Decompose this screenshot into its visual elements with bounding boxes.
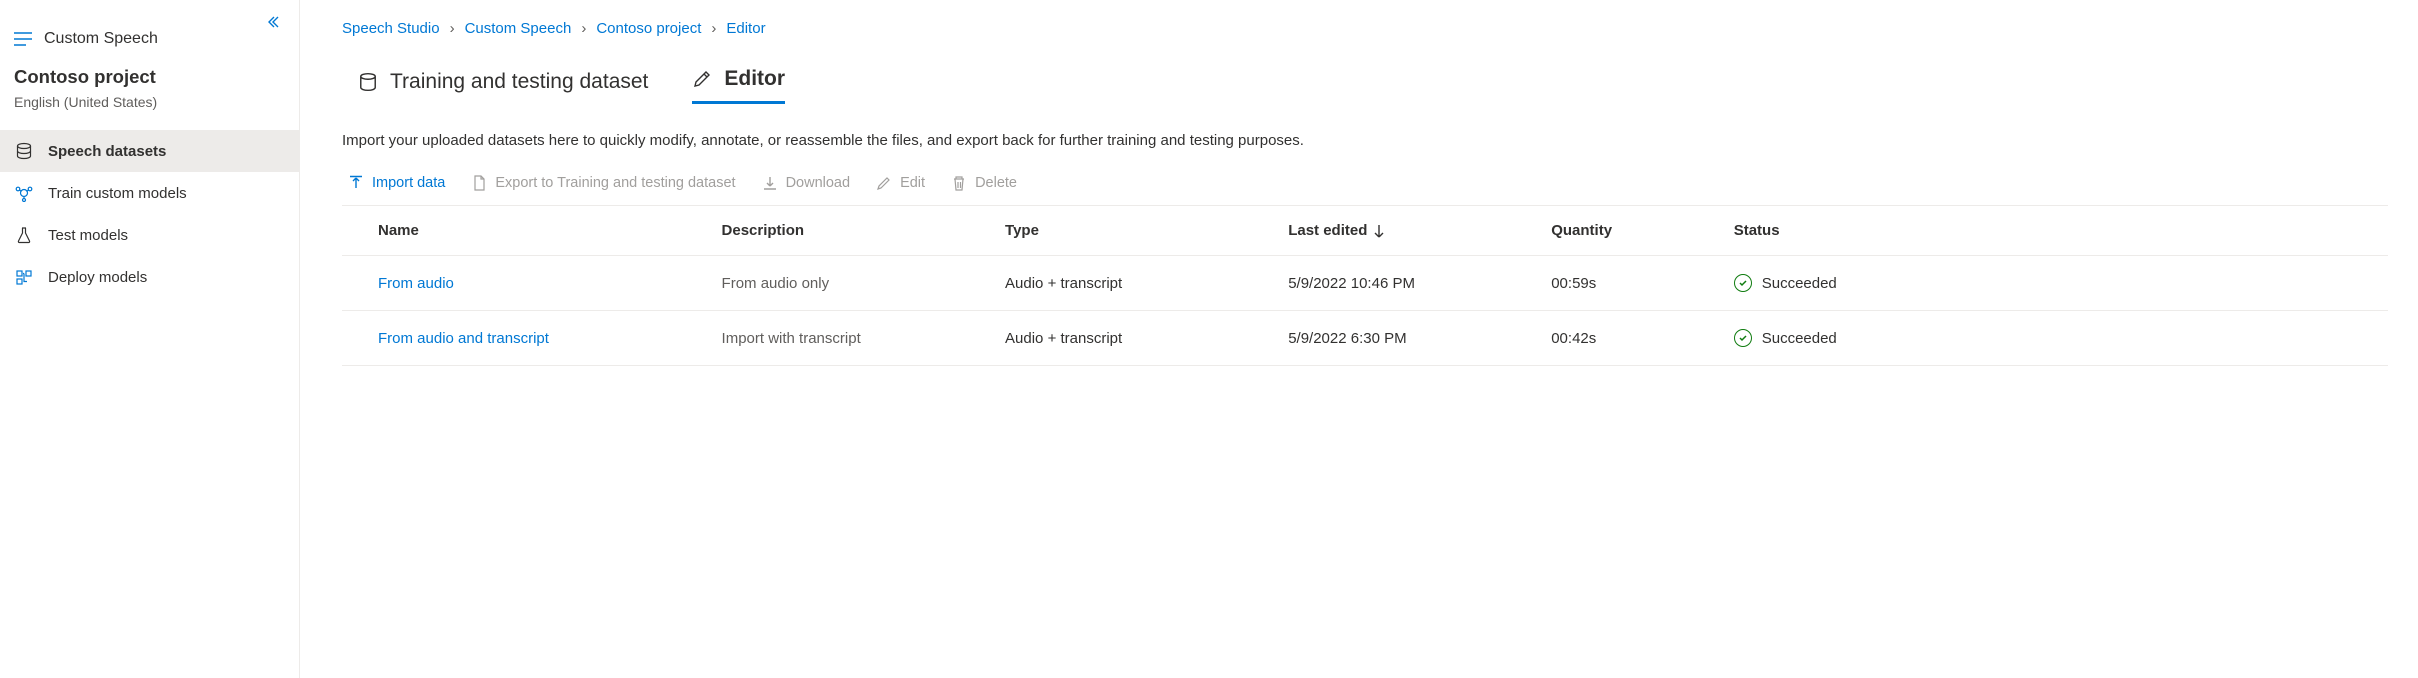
app-title: Custom Speech (44, 30, 158, 48)
dataset-quantity: 00:59s (1539, 256, 1722, 311)
dataset-quantity: 00:42s (1539, 311, 1722, 366)
datasets-table: Name Description Type Last edited Quanti… (342, 205, 2388, 366)
breadcrumb-link[interactable]: Custom Speech (465, 20, 572, 37)
project-header: Contoso project English (United States) (0, 66, 299, 130)
sidebar-item-train-models[interactable]: Train custom models (0, 172, 299, 214)
sidebar-item-label: Test models (48, 227, 128, 244)
project-name: Contoso project (14, 66, 285, 88)
dataset-last-edited: 5/9/2022 6:30 PM (1276, 311, 1539, 366)
sidebar-item-deploy-models[interactable]: Deploy models (0, 256, 299, 298)
pencil-icon (692, 69, 712, 89)
chevron-right-icon: › (581, 20, 586, 37)
dataset-status: Succeeded (1722, 311, 2388, 366)
download-button: Download (762, 175, 851, 191)
database-icon (14, 142, 34, 160)
table-header-name[interactable]: Name (366, 206, 710, 256)
main-content: Speech Studio › Custom Speech › Contoso pr… (300, 0, 2418, 678)
success-check-icon (1734, 274, 1752, 292)
table-header-quantity[interactable]: Quantity (1539, 206, 1722, 256)
success-check-icon (1734, 329, 1752, 347)
sidebar-item-label: Train custom models (48, 185, 187, 202)
gear-network-icon (14, 184, 34, 202)
download-icon (762, 175, 778, 191)
table-row[interactable]: From audio From audio only Audio + trans… (342, 256, 2388, 311)
table-header-status[interactable]: Status (1722, 206, 2388, 256)
toolbar: Import data Export to Training and testi… (342, 175, 2388, 205)
tabs: Training and testing dataset Editor (358, 67, 2388, 104)
breadcrumb-link[interactable]: Contoso project (596, 20, 701, 37)
status-label: Succeeded (1762, 330, 1837, 347)
table-header-description[interactable]: Description (710, 206, 994, 256)
page-description: Import your uploaded datasets here to qu… (342, 132, 2388, 149)
dataset-last-edited: 5/9/2022 10:46 PM (1276, 256, 1539, 311)
tab-editor[interactable]: Editor (692, 67, 785, 104)
table-header-select (342, 206, 366, 256)
document-icon (471, 175, 487, 191)
import-icon (348, 175, 364, 191)
dataset-status: Succeeded (1722, 256, 2388, 311)
dataset-type: Audio + transcript (993, 311, 1276, 366)
breadcrumb-link[interactable]: Speech Studio (342, 20, 440, 37)
sort-descending-icon (1373, 224, 1385, 238)
import-data-button[interactable]: Import data (348, 175, 445, 191)
dataset-description: Import with transcript (710, 311, 994, 366)
sidebar-item-speech-datasets[interactable]: Speech datasets (0, 130, 299, 172)
edit-button: Edit (876, 175, 925, 191)
chevron-right-icon: › (711, 20, 716, 37)
table-header-last-edited[interactable]: Last edited (1276, 206, 1539, 256)
header-label: Last edited (1288, 222, 1367, 239)
table-header-type[interactable]: Type (993, 206, 1276, 256)
dataset-name-link[interactable]: From audio (378, 275, 454, 292)
dataset-name-link[interactable]: From audio and transcript (378, 330, 549, 347)
tool-label: Import data (372, 175, 445, 191)
tab-training-dataset[interactable]: Training and testing dataset (358, 70, 648, 104)
breadcrumb: Speech Studio › Custom Speech › Contoso pr… (342, 20, 2388, 37)
trash-icon (951, 175, 967, 191)
collapse-sidebar-icon[interactable] (265, 14, 281, 30)
project-language: English (United States) (14, 94, 285, 110)
sidebar-item-test-models[interactable]: Test models (0, 214, 299, 256)
sidebar-item-label: Speech datasets (48, 143, 166, 160)
breadcrumb-link[interactable]: Editor (726, 20, 765, 37)
sidebar: Custom Speech Contoso project English (U… (0, 0, 300, 678)
tab-label: Training and testing dataset (390, 70, 648, 94)
tool-label: Edit (900, 175, 925, 191)
deploy-icon (14, 268, 34, 286)
flask-icon (14, 226, 34, 244)
dataset-type: Audio + transcript (993, 256, 1276, 311)
chevron-right-icon: › (450, 20, 455, 37)
hamburger-list-icon (14, 32, 32, 46)
status-label: Succeeded (1762, 275, 1837, 292)
table-row[interactable]: From audio and transcript Import with tr… (342, 311, 2388, 366)
dataset-description: From audio only (710, 256, 994, 311)
tool-label: Delete (975, 175, 1017, 191)
pencil-icon (876, 175, 892, 191)
database-icon (358, 72, 378, 92)
tab-label: Editor (724, 67, 785, 91)
tool-label: Download (786, 175, 851, 191)
sidebar-item-label: Deploy models (48, 269, 147, 286)
tool-label: Export to Training and testing dataset (495, 175, 735, 191)
export-dataset-button: Export to Training and testing dataset (471, 175, 735, 191)
delete-button: Delete (951, 175, 1017, 191)
